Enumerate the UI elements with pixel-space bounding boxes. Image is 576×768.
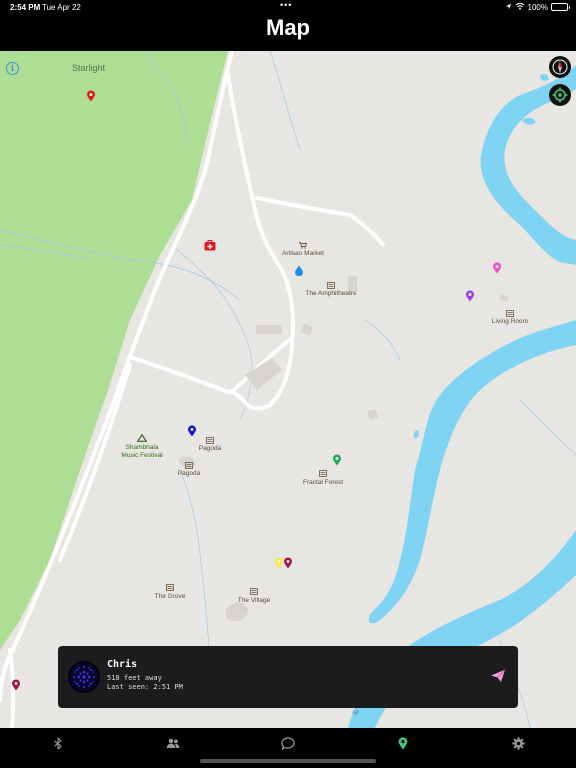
first-aid-icon[interactable] — [204, 238, 216, 256]
paper-plane-icon — [491, 669, 506, 682]
friend-location-pin[interactable] — [188, 424, 197, 442]
friend-last-seen: Last seen: 2:51 PM — [107, 683, 183, 691]
place-label: The Amphitheatre — [305, 290, 357, 297]
status-bar: 2:54 PM Tue Apr 22 ••• 100% — [0, 0, 576, 14]
nav-bar: Map — [0, 14, 576, 51]
multitasking-dots[interactable]: ••• — [280, 0, 292, 10]
compass-button[interactable] — [549, 56, 571, 78]
avatar — [68, 661, 100, 693]
tab-people[interactable] — [163, 735, 183, 751]
place-label: Fractal Forest — [302, 479, 344, 486]
place-label: Artisan Market — [282, 250, 324, 257]
send-location-button[interactable] — [490, 669, 506, 688]
friend-location-pin[interactable] — [87, 89, 96, 107]
friend-location-pin[interactable] — [284, 556, 293, 574]
chat-bubble-icon — [281, 736, 295, 750]
status-right: 100% — [505, 2, 570, 12]
friend-location-pin[interactable] — [333, 453, 342, 471]
recenter-button[interactable] — [549, 84, 571, 106]
people-icon — [166, 738, 180, 748]
place-label: Pagoda — [177, 470, 201, 477]
friend-distance: 518 feet away — [107, 674, 162, 682]
compass-icon — [552, 59, 568, 75]
friend-location-pin[interactable] — [275, 556, 284, 574]
place-label: Pagoda — [198, 445, 222, 452]
info-button[interactable]: i — [6, 62, 19, 75]
gear-icon — [511, 736, 525, 750]
location-arrow-icon — [505, 3, 512, 12]
place-label: Shambhala Music Festival — [121, 444, 163, 459]
tab-bluetooth[interactable] — [48, 735, 68, 751]
friend-location-pin[interactable] — [466, 289, 475, 307]
page-title: Map — [266, 15, 310, 40]
friend-card[interactable]: Chris 518 feet away Last seen: 2:51 PM — [58, 646, 518, 708]
place-label: The Grove — [154, 593, 186, 600]
place-label: Living Room — [491, 318, 529, 325]
friend-location-pin[interactable] — [493, 261, 502, 279]
status-date: Tue Apr 22 — [42, 3, 81, 12]
battery-percent: 100% — [527, 2, 548, 12]
map-pin-icon — [398, 736, 408, 749]
map-view[interactable]: Si i Starlight Artisan Market The Amphit… — [0, 51, 576, 728]
area-label-starlight: Starlight — [72, 63, 106, 73]
home-indicator[interactable] — [200, 759, 376, 763]
battery-icon — [551, 3, 570, 11]
status-time: 2:54 PM — [10, 3, 41, 12]
wifi-icon — [514, 2, 525, 12]
friend-name: Chris — [107, 659, 138, 670]
place-label: The Village — [237, 597, 271, 604]
bluetooth-icon — [54, 736, 62, 750]
water-drop-icon[interactable] — [295, 263, 304, 281]
crosshair-icon — [552, 87, 568, 103]
tab-settings[interactable] — [508, 735, 528, 751]
friend-location-pin[interactable] — [12, 678, 21, 696]
tab-chat[interactable] — [278, 735, 298, 751]
map-base: Si — [0, 51, 576, 728]
tab-map[interactable] — [393, 735, 413, 751]
